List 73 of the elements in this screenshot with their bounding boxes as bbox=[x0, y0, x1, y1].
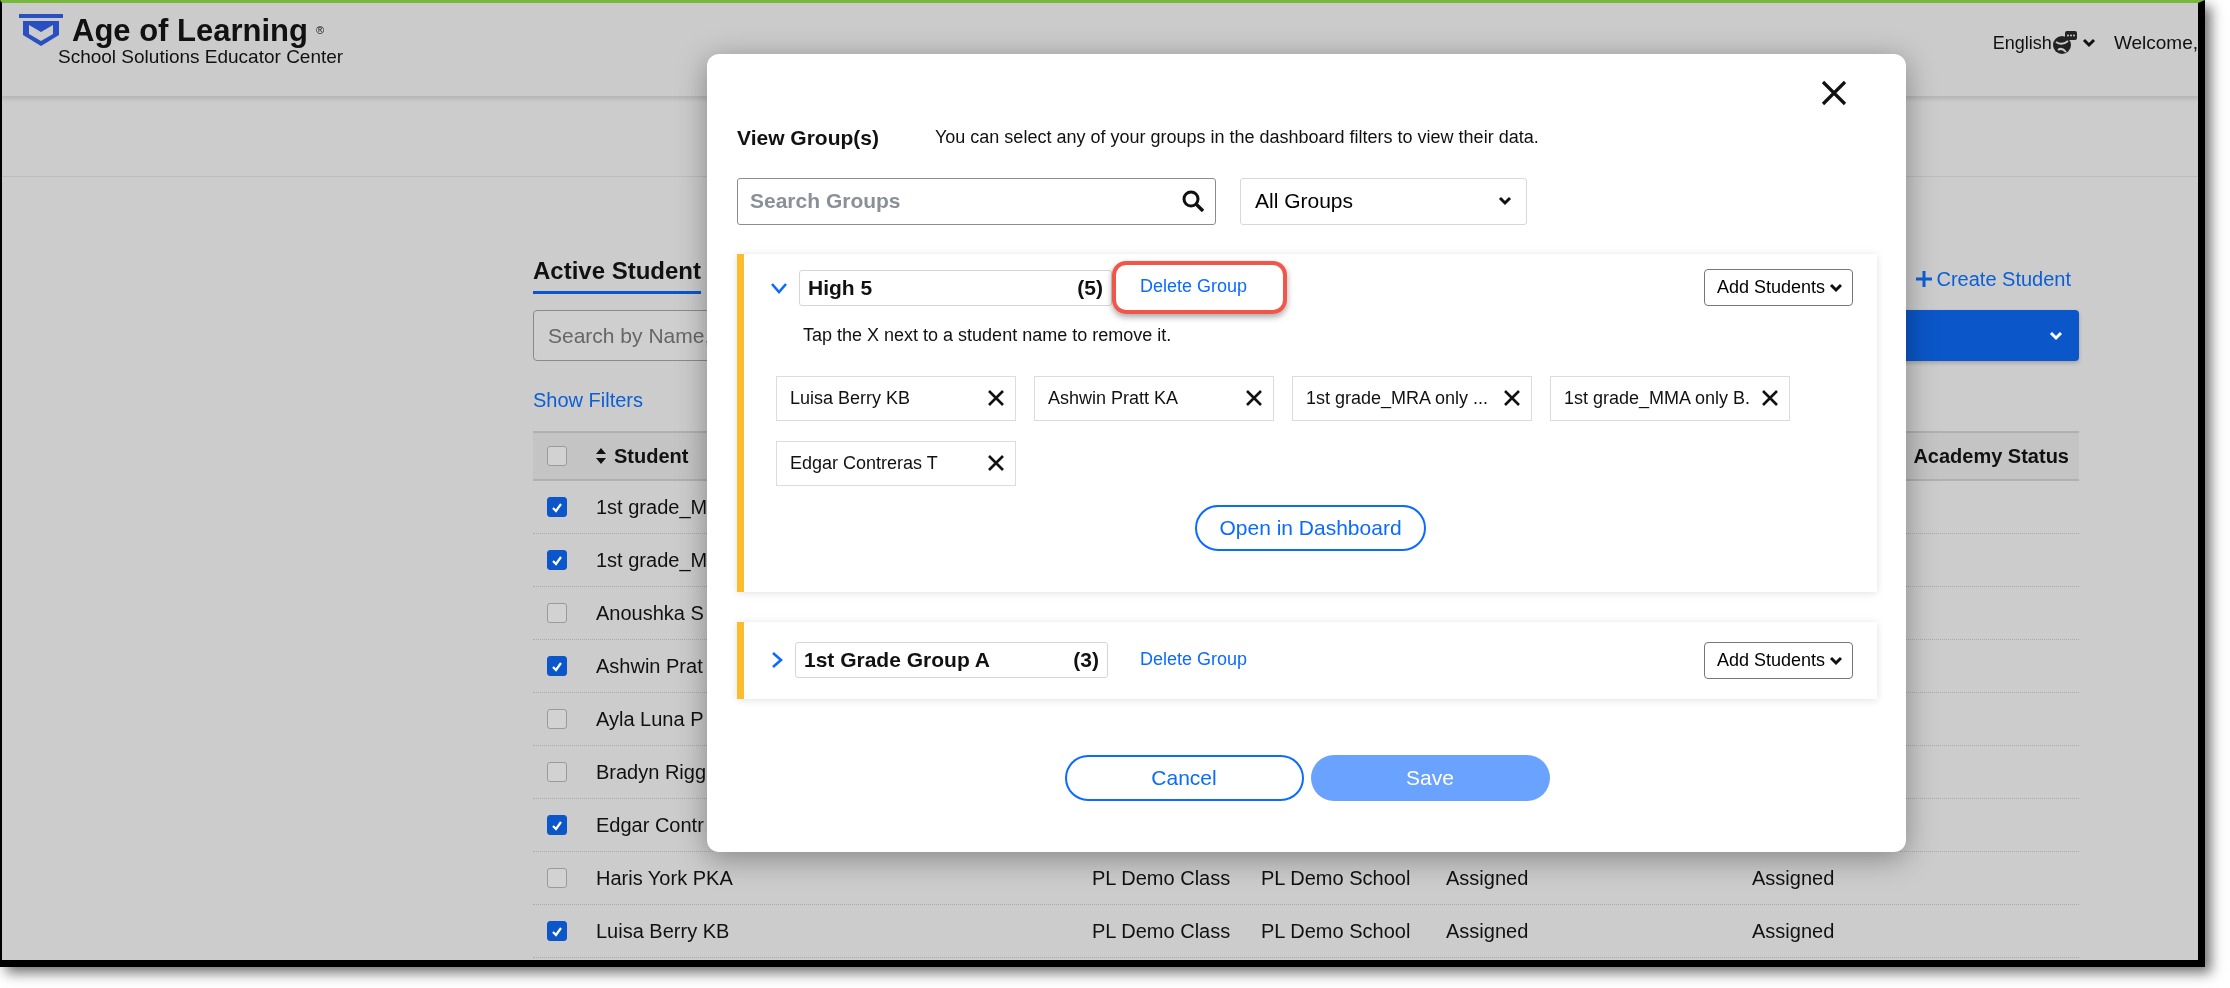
remove-icon[interactable] bbox=[987, 389, 1005, 407]
remove-icon[interactable] bbox=[1503, 389, 1521, 407]
welcome-text: Welcome, bbox=[2113, 31, 2198, 55]
search-icon bbox=[1182, 189, 1204, 212]
student-name: 1st grade_MMA only B. bbox=[1564, 386, 1751, 411]
row-checkbox[interactable] bbox=[547, 921, 567, 941]
group-name: High 5 bbox=[808, 274, 873, 301]
table-cell-text: Haris York PKA bbox=[596, 866, 733, 891]
language-selector[interactable]: English bbox=[1992, 29, 2052, 57]
delete-group-link[interactable]: Delete Group bbox=[1140, 273, 1248, 300]
table-cell-text: Edgar Contr bbox=[596, 813, 704, 838]
add-students-button[interactable]: Add Students bbox=[1703, 269, 1853, 306]
table-cell-text: PL Demo Class bbox=[1092, 919, 1231, 944]
student-name: 1st grade_MRA only ... bbox=[1306, 386, 1489, 411]
remove-icon[interactable] bbox=[987, 454, 1005, 472]
row-checkbox[interactable] bbox=[547, 868, 567, 888]
page-title: Active Student bbox=[533, 253, 702, 294]
close-icon bbox=[1821, 80, 1847, 106]
table-cell-text: Assigned bbox=[1752, 866, 1835, 891]
table-cell-text: Ashwin Prat bbox=[596, 654, 703, 679]
table-cell-text: Assigned bbox=[1446, 866, 1529, 891]
show-filters-link[interactable]: Show Filters bbox=[533, 385, 644, 415]
sort-icon bbox=[596, 448, 606, 464]
row-checkbox[interactable] bbox=[547, 550, 567, 570]
table-cell-text: PL Demo Class bbox=[1092, 866, 1231, 891]
group-filter-dropdown[interactable]: All Groups bbox=[1240, 177, 1527, 225]
table-cell-text: Assigned bbox=[1752, 919, 1835, 944]
member-count: (3) bbox=[1073, 647, 1099, 674]
row-checkbox[interactable] bbox=[547, 656, 567, 676]
member-count: (5) bbox=[1077, 274, 1103, 301]
brand-subtitle: School Solutions Educator Center bbox=[58, 47, 344, 68]
globe-chat-icon bbox=[2051, 30, 2078, 57]
chevron-down-icon bbox=[1829, 281, 1842, 294]
plus-icon bbox=[1916, 271, 1933, 287]
table-cell-text: Luisa Berry KB bbox=[596, 919, 730, 944]
row-checkbox[interactable] bbox=[547, 815, 567, 835]
row-checkbox[interactable] bbox=[547, 603, 567, 623]
search-field[interactable]: Search Groups bbox=[737, 177, 1216, 225]
table-cell-text: PL Demo School bbox=[1261, 866, 1411, 891]
select-all-checkbox[interactable] bbox=[547, 446, 567, 466]
student-name: Edgar Contreras T bbox=[790, 451, 938, 475]
row-checkbox[interactable] bbox=[547, 497, 567, 517]
open-dashboard-button[interactable]: Open in Dashboard bbox=[1195, 504, 1426, 551]
table-cell-text: Bradyn Rigg bbox=[596, 760, 707, 785]
chevron-down-icon[interactable] bbox=[771, 281, 787, 294]
modal-description: You can select any of your groups in the dashboard filters to view their data. bbox=[934, 126, 1539, 150]
cancel-button[interactable]: Cancel bbox=[1064, 754, 1304, 801]
chevron-down-icon bbox=[1498, 194, 1512, 208]
modal-title: View Group(s) bbox=[737, 125, 879, 151]
column-header: Student bbox=[614, 444, 689, 469]
student-name: Luisa Berry KB bbox=[790, 386, 911, 410]
remove-icon[interactable] bbox=[1245, 389, 1263, 407]
group-name: 1st Grade Group A bbox=[804, 647, 990, 674]
delete-group-link[interactable]: Delete Group bbox=[1140, 645, 1248, 673]
table-cell-text: 1st grade_M bbox=[596, 548, 708, 574]
table-cell-text: 1st grade_M bbox=[596, 495, 708, 521]
hint-text: Tap the X next to a student name to remove it. bbox=[803, 323, 1173, 347]
row-checkbox[interactable] bbox=[547, 709, 567, 729]
student-name: Ashwin Pratt KA bbox=[1048, 386, 1179, 410]
close-button[interactable] bbox=[1821, 80, 1847, 106]
table-cell-text: Assigned bbox=[1446, 919, 1529, 944]
registered-mark: ® bbox=[315, 22, 325, 38]
brand-name: Age of Learning bbox=[72, 14, 308, 46]
column-header: Academy Status bbox=[1913, 444, 2069, 469]
table-cell-text: Anoushka S bbox=[596, 601, 704, 626]
logo-icon bbox=[18, 13, 64, 47]
chevron-right-icon[interactable] bbox=[771, 652, 783, 668]
table-cell-text: PL Demo School bbox=[1261, 919, 1411, 944]
table-cell-text: Ayla Luna P bbox=[596, 707, 704, 732]
remove-icon[interactable] bbox=[1761, 389, 1779, 407]
row-checkbox[interactable] bbox=[547, 762, 567, 782]
create-student-link[interactable]: Create Student bbox=[1916, 264, 2079, 294]
add-students-button[interactable]: Add Students bbox=[1703, 641, 1853, 679]
